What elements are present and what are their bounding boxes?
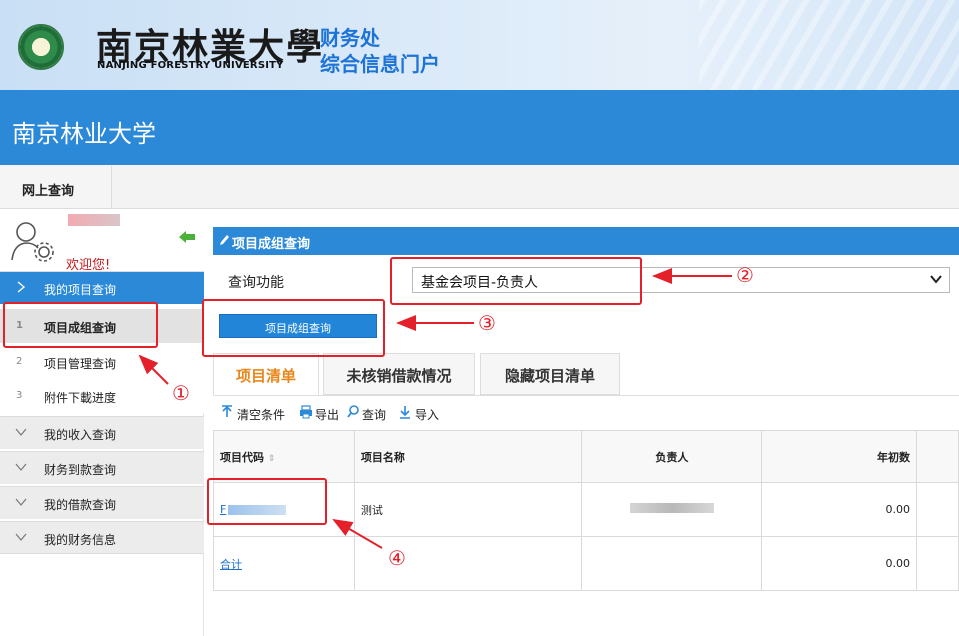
sidebar-section-my-projects[interactable]: 我的项目查询: [0, 271, 204, 304]
user-settings-icon: [11, 222, 54, 262]
collapse-sidebar-icon[interactable]: [178, 230, 196, 244]
total-cell[interactable]: 合计: [213, 536, 355, 591]
sidebar-section-finance-info[interactable]: 我的财务信息: [0, 521, 204, 554]
table-row-total[interactable]: 合计 0.00: [213, 536, 959, 591]
annotation-box-2: [390, 257, 642, 305]
query-function-label: 查询功能: [228, 275, 284, 291]
column-header-project-code[interactable]: 项目代码 ⇕: [213, 430, 355, 483]
tab-unverified-loans[interactable]: 未核销借款情况: [323, 353, 475, 395]
extra-cell: [916, 482, 959, 537]
column-header-owner: 负责人: [581, 430, 763, 483]
annotation-label-4: ④: [388, 546, 406, 570]
annotation-box-4: [207, 478, 327, 525]
annotation-label-2: ②: [736, 263, 754, 287]
search-icon[interactable]: [347, 405, 359, 419]
download-icon[interactable]: [399, 405, 411, 419]
sidebar-item-number: 3: [16, 390, 23, 401]
column-header-extra: [916, 430, 959, 483]
owner-redacted: [629, 503, 714, 513]
print-export-icon[interactable]: [299, 405, 313, 419]
annotation-label-3: ③: [478, 311, 496, 335]
sidebar-item-project-management[interactable]: 2 项目管理查询: [0, 345, 204, 379]
tab-project-list[interactable]: 项目清单: [213, 353, 319, 395]
column-header-year-start: 年初数: [761, 430, 918, 483]
clear-conditions-button[interactable]: 清空条件: [237, 406, 285, 423]
column-header-project-name: 项目名称: [353, 430, 583, 483]
chevron-down-icon: [15, 498, 27, 506]
clear-icon[interactable]: [221, 405, 233, 419]
header-label: 项目代码: [220, 450, 264, 464]
sidebar-item-label: 附件下載进度: [44, 391, 117, 405]
department-name: 财务处: [320, 26, 380, 50]
chevron-right-icon: [17, 281, 26, 293]
panel-title: 项目成组查询: [232, 237, 311, 252]
top-nav: [0, 165, 959, 209]
sidebar-item-label: 项目管理查询: [44, 357, 117, 371]
project-name-cell: 测试: [353, 482, 583, 537]
sidebar-section-label: 我的借款查询: [44, 498, 117, 512]
sidebar-section-payments[interactable]: 财务到款查询: [0, 451, 204, 484]
tab-hidden-projects[interactable]: 隐藏项目清单: [480, 353, 620, 395]
year-start-cell: 0.00: [761, 482, 918, 537]
sidebar-section-label: 我的财务信息: [44, 533, 117, 547]
annotation-box-1: [3, 302, 158, 348]
university-logo-icon: [18, 24, 64, 70]
panel-header: [213, 227, 959, 255]
chevron-down-icon: [15, 428, 27, 436]
chevron-down-icon: [15, 463, 27, 471]
import-button[interactable]: 导入: [415, 406, 439, 423]
year-start-cell: 0.00: [761, 536, 918, 591]
table-header-row: 项目代码 ⇕ 项目名称 负责人 年初数: [213, 430, 959, 483]
owner-cell: [581, 536, 763, 591]
header-title: 南京林业大学: [12, 120, 156, 148]
sidebar-section-label: 我的收入查询: [44, 428, 117, 442]
sidebar-section-label: 我的项目查询: [44, 283, 117, 297]
total-link[interactable]: 合计: [220, 558, 242, 571]
query-button[interactable]: 查询: [362, 406, 386, 423]
user-name-redacted: [68, 214, 120, 226]
portal-name: 综合信息门户: [320, 52, 440, 76]
annotation-box-3: [202, 299, 385, 357]
chevron-down-icon: [15, 533, 27, 541]
university-name-en: NANJING FORESTRY UNIVERSITY: [97, 60, 284, 71]
sidebar-section-label: 财务到款查询: [44, 463, 117, 477]
tab-online-query[interactable]: 网上查询: [0, 166, 112, 208]
sidebar-section-income[interactable]: 我的收入查询: [0, 416, 204, 449]
annotation-label-1: ①: [172, 381, 190, 405]
sort-icon[interactable]: ⇕: [268, 454, 276, 464]
sidebar-section-loans[interactable]: 我的借款查询: [0, 486, 204, 519]
sidebar-item-number: 2: [16, 356, 23, 367]
owner-cell: [581, 482, 763, 537]
extra-cell: [916, 536, 959, 591]
banner-pattern: [699, 0, 959, 90]
chevron-down-icon[interactable]: [930, 274, 942, 284]
export-button[interactable]: 导出: [315, 406, 339, 423]
pencil-icon: [220, 235, 229, 245]
